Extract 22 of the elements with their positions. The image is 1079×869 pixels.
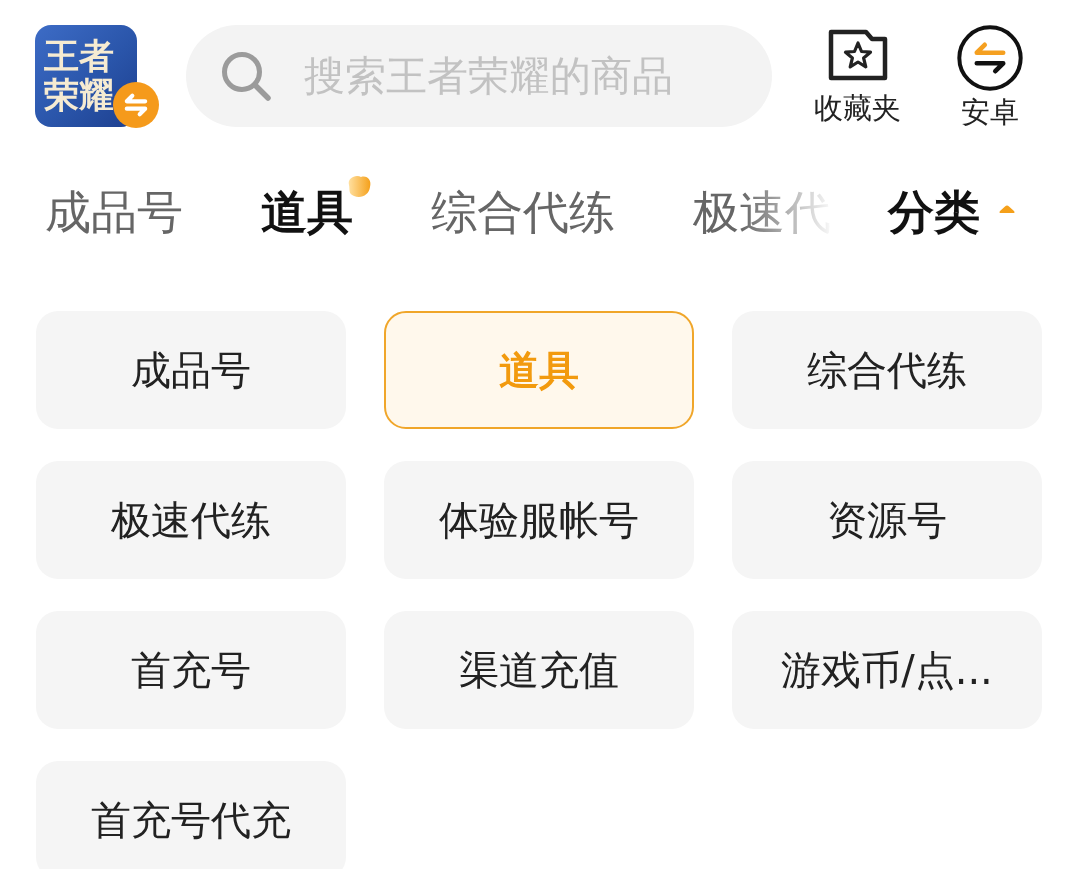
category-button[interactable]: 成品号 — [36, 311, 346, 429]
favorites-button[interactable]: 收藏夹 — [814, 25, 901, 125]
category-button[interactable]: 资源号 — [732, 461, 1042, 579]
category-button[interactable]: 体验服帐号 — [384, 461, 694, 579]
caret-up-icon — [998, 204, 1016, 214]
category-tab[interactable]: 综合代练 — [431, 172, 637, 238]
category-button[interactable]: 综合代练 — [732, 311, 1042, 429]
category-tab[interactable]: 道具 — [261, 172, 375, 238]
folder-star-icon — [827, 29, 888, 81]
category-button[interactable]: 游戏币/点... — [732, 611, 1042, 729]
swap-icon — [113, 82, 159, 128]
search-icon — [220, 50, 272, 102]
logo-text: 荣耀 — [44, 76, 114, 115]
category-button[interactable]: 极速代练 — [36, 461, 346, 579]
platform-switch-button[interactable]: 安卓 — [957, 25, 1023, 129]
category-button[interactable]: 渠道充值 — [384, 611, 694, 729]
logo-text: 王者 — [44, 37, 114, 76]
category-button[interactable]: 首充号 — [36, 611, 346, 729]
category-tab[interactable]: 成品号 — [45, 172, 205, 238]
category-toggle[interactable]: 分类 — [888, 172, 1016, 238]
category-button[interactable]: 首充号代充 — [36, 761, 346, 869]
swap-circle-icon — [957, 25, 1023, 91]
